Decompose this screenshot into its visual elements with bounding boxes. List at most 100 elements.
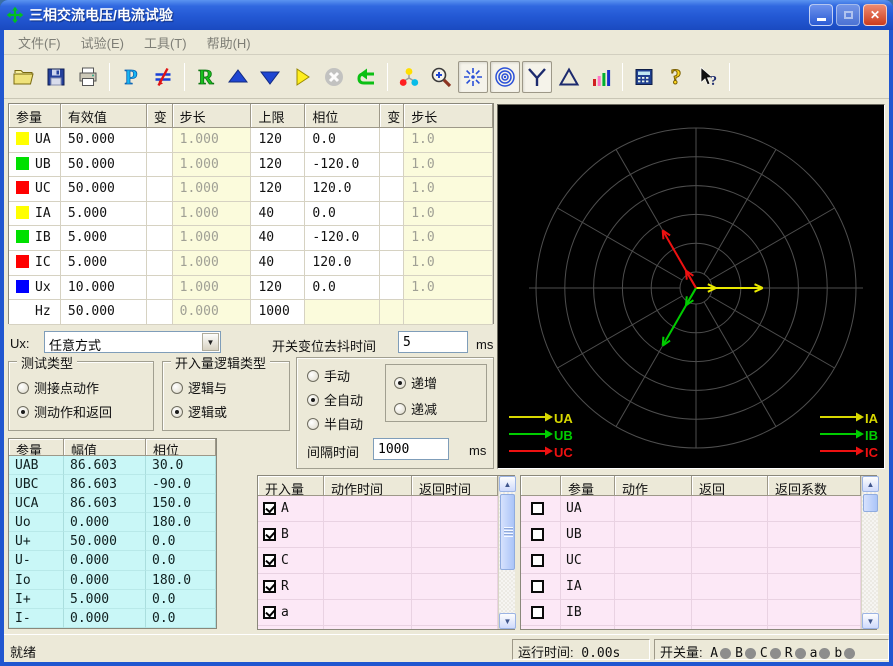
limit-cell[interactable]: 1000 [251, 300, 305, 325]
ux-mode-combo[interactable]: 任意方式 ▼ [44, 331, 221, 353]
phase-cell[interactable]: -120.0 [305, 226, 380, 251]
fault-set-button[interactable] [148, 61, 178, 93]
toolbar-separator [109, 63, 110, 91]
action-table-scrollbar-thumb[interactable] [863, 494, 878, 512]
action-table-scrollbar[interactable]: ▲▼ [861, 476, 878, 629]
phase-cell[interactable]: -120.0 [305, 153, 380, 178]
direction-radio-2[interactable]: 递减 [394, 399, 437, 418]
phase-cell: 150.0 [146, 494, 216, 513]
rms-value-cell[interactable]: 5.000 [61, 251, 147, 276]
window-title: 三相交流电压/电流试验 [29, 5, 809, 25]
rms-value-cell[interactable]: 50.000 [61, 128, 147, 153]
rms-value-cell[interactable]: 5.000 [61, 202, 147, 227]
checkbox-C[interactable] [263, 554, 276, 567]
rms-value-cell[interactable]: 50.000 [61, 177, 147, 202]
limit-cell[interactable]: 40 [251, 202, 305, 227]
mode-radio-3[interactable]: 半自动 [307, 414, 363, 433]
limit-cell[interactable]: 120 [251, 153, 305, 178]
mode-radio-2[interactable]: 全自动 [307, 390, 363, 409]
minimize-button[interactable] [809, 4, 833, 26]
rms-value-cell[interactable]: 10.000 [61, 276, 147, 301]
test-type-radio-2[interactable]: 测动作和返回 [17, 402, 112, 421]
checkbox-A[interactable] [263, 502, 276, 515]
param-header-8: 步长 [404, 104, 493, 128]
rms-value-cell[interactable]: 5.000 [61, 226, 147, 251]
limit-cell[interactable]: 40 [251, 226, 305, 251]
action-table-scrollbar-down-arrow[interactable]: ▼ [862, 613, 879, 629]
phase-cell[interactable]: 0.0 [305, 128, 380, 153]
input-table-body: ABCRab [258, 496, 498, 629]
rings-view-button[interactable] [490, 61, 520, 93]
logic-radio-1[interactable]: 逻辑与 [171, 378, 227, 397]
input-table-scrollbar-down-arrow[interactable]: ▼ [499, 613, 516, 629]
phase-cell[interactable]: 0.0 [305, 202, 380, 227]
action-table-scrollbar-up-arrow[interactable]: ▲ [862, 476, 879, 492]
limit-cell[interactable]: 120 [251, 276, 305, 301]
y-view-button[interactable] [522, 61, 552, 93]
limit-cell[interactable]: 40 [251, 251, 305, 276]
return-time-cell [412, 496, 498, 522]
input-table-scrollbar-thumb[interactable] [500, 494, 515, 570]
limit-cell[interactable]: 120 [251, 128, 305, 153]
logic-radio-2[interactable]: 逻辑或 [171, 402, 227, 421]
param-label: UC [35, 181, 51, 196]
amplitude-cell: 86.603 [64, 494, 146, 513]
mode-radio-icon [307, 394, 319, 406]
revert-button[interactable] [351, 61, 381, 93]
step-up-button[interactable] [223, 61, 253, 93]
phase-cell[interactable]: 120.0 [305, 251, 380, 276]
checkbox-UC[interactable] [531, 554, 544, 567]
menu-item-1[interactable]: 文件(F) [8, 30, 71, 55]
debounce-input[interactable] [398, 331, 468, 353]
current-legend-arrow-icon [819, 410, 865, 428]
direction-radio-1[interactable]: 递增 [394, 373, 437, 392]
parameter-r-button[interactable]: R [191, 61, 221, 93]
checkbox-IB[interactable] [531, 606, 544, 619]
interval-unit: ms [469, 443, 486, 458]
checkbox-R[interactable] [263, 580, 276, 593]
interval-input[interactable] [373, 438, 449, 460]
mode-radio-1[interactable]: 手动 [307, 366, 350, 385]
action-row-UC: UC [521, 548, 861, 574]
ray-view-button[interactable] [458, 61, 488, 93]
return-time-cell [412, 548, 498, 574]
phase-color-swatch [16, 280, 29, 293]
calculator-button[interactable] [629, 61, 659, 93]
phase-sequence-button[interactable] [394, 61, 424, 93]
input-table-scrollbar[interactable]: ▲▼ [498, 476, 515, 629]
start-button[interactable] [287, 61, 317, 93]
action-value-cell [615, 522, 692, 548]
checkbox-IA[interactable] [531, 580, 544, 593]
checkbox-UA[interactable] [531, 502, 544, 515]
menu-item-4[interactable]: 帮助(H) [197, 30, 261, 55]
return-value-cell [692, 548, 768, 574]
maximize-button[interactable] [836, 4, 860, 26]
close-button[interactable]: ✕ [863, 4, 887, 26]
phase-cell[interactable]: 120.0 [305, 177, 380, 202]
test-type-radio-1[interactable]: 测接点动作 [17, 378, 99, 397]
context-help-button[interactable]: ? [693, 61, 723, 93]
menu-item-3[interactable]: 工具(T) [134, 30, 197, 55]
step-down-button[interactable] [255, 61, 285, 93]
delta-view-button[interactable] [554, 61, 584, 93]
input-table-scrollbar-up-arrow[interactable]: ▲ [499, 476, 516, 492]
zoom-in-button[interactable] [426, 61, 456, 93]
action-value-cell [615, 626, 692, 629]
menu-item-2[interactable]: 试验(E) [71, 30, 134, 55]
checkbox-B[interactable] [263, 528, 276, 541]
checkbox-a[interactable] [263, 606, 276, 619]
action-value-cell [615, 574, 692, 600]
vary2-cell [380, 251, 404, 276]
rms-value-cell[interactable]: 50.000 [61, 153, 147, 178]
parameter-p-button[interactable]: P [116, 61, 146, 93]
phase-cell[interactable]: 0.0 [305, 276, 380, 301]
combo-dropdown-icon[interactable]: ▼ [202, 333, 219, 351]
limit-cell[interactable]: 120 [251, 177, 305, 202]
checkbox-UB[interactable] [531, 528, 544, 541]
bars-view-button[interactable] [586, 61, 616, 93]
save-button[interactable] [41, 61, 71, 93]
help-button[interactable]: ? [661, 61, 691, 93]
rms-value-cell[interactable]: 50.000 [61, 300, 147, 325]
open-button[interactable] [9, 61, 39, 93]
print-button[interactable] [73, 61, 103, 93]
